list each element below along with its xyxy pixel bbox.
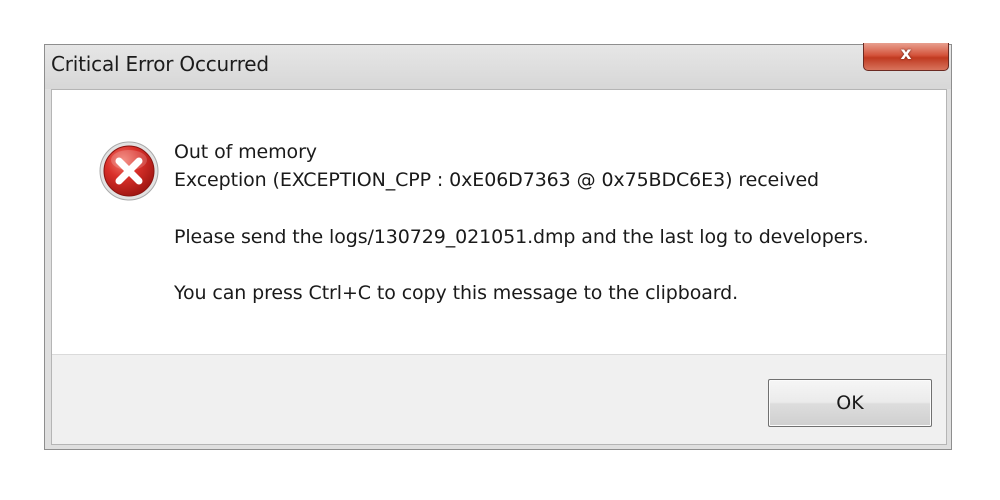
dialog-title: Critical Error Occurred bbox=[51, 52, 269, 76]
title-bar[interactable]: Critical Error Occurred x bbox=[45, 43, 951, 89]
error-dialog: Critical Error Occurred x Out of memory … bbox=[44, 43, 952, 450]
error-icon bbox=[99, 141, 159, 201]
close-button[interactable]: x bbox=[863, 43, 949, 71]
dialog-client-area: Out of memory Exception (EXCEPTION_CPP :… bbox=[51, 89, 947, 445]
message-area: Out of memory Exception (EXCEPTION_CPP :… bbox=[52, 90, 946, 355]
ok-button[interactable]: OK bbox=[768, 379, 932, 427]
close-icon: x bbox=[900, 44, 912, 64]
error-summary-text: Out of memory bbox=[174, 141, 317, 163]
log-instructions-text: Please send the logs/130729_021051.dmp a… bbox=[174, 226, 869, 248]
exception-text: Exception (EXCEPTION_CPP : 0xE06D7363 @ … bbox=[174, 169, 820, 191]
clipboard-hint-text: You can press Ctrl+C to copy this messag… bbox=[174, 282, 739, 304]
